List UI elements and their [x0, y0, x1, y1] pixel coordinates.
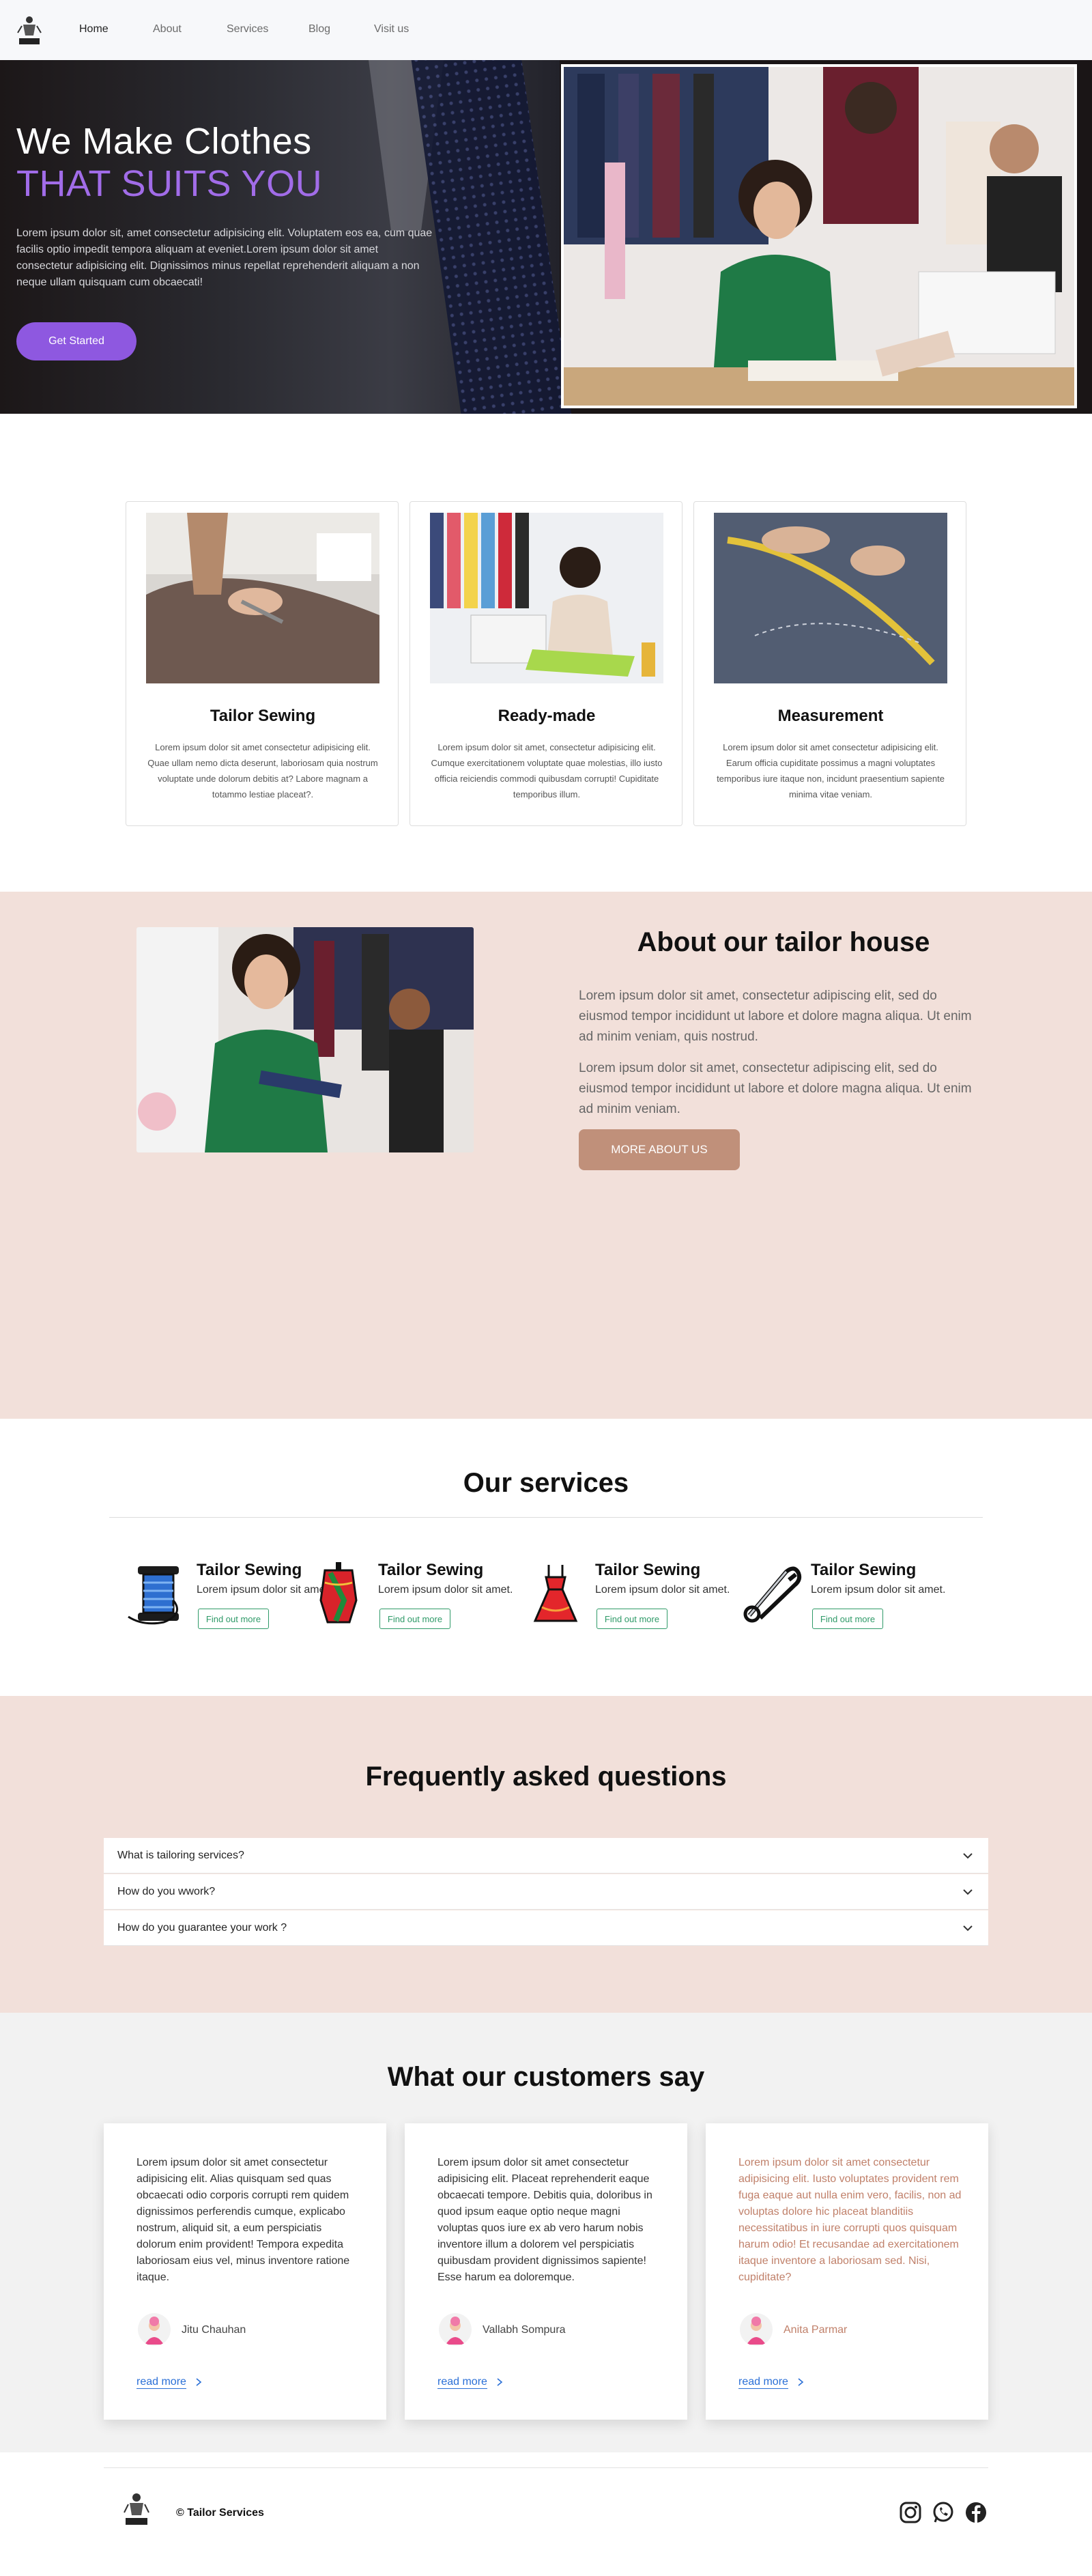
testimonial-card: Lorem ipsum dolor sit amet consectetur a… [104, 2123, 386, 2420]
read-more-link[interactable]: read more [437, 2376, 487, 2389]
services-divider [109, 1517, 983, 1518]
service-item: Tailor Sewing Lorem ipsum dolor sit amet… [521, 1557, 730, 1632]
faq-item[interactable]: How do you guarantee your work ? [104, 1910, 988, 1946]
read-more-link[interactable]: read more [136, 2376, 186, 2389]
avatar [740, 2313, 773, 2346]
card-measurement: Measurement Lorem ipsum dolor sit amet c… [693, 501, 966, 826]
brand-logo[interactable] [15, 12, 44, 48]
testimonial-name: Vallabh Sompura [483, 2324, 566, 2336]
faq-question: What is tailoring services? [117, 1849, 244, 1861]
card-tailor-sewing: Tailor Sewing Lorem ipsum dolor sit amet… [126, 501, 399, 826]
whatsapp-icon[interactable] [931, 2500, 956, 2525]
instagram-icon[interactable] [898, 2500, 923, 2525]
get-started-button[interactable]: Get Started [16, 322, 136, 360]
card-text: Lorem ipsum dolor sit amet consectetur a… [717, 742, 945, 799]
hero-image [561, 64, 1077, 408]
card-text: Lorem ipsum dolor sit amet, consectetur … [431, 742, 663, 799]
facebook-icon[interactable] [964, 2500, 988, 2525]
service-item: Tailor Sewing Lorem ipsum dolor sit amet… [737, 1557, 946, 1632]
about-title: About our tailor house [637, 927, 930, 957]
find-out-more-button[interactable]: Find out more [812, 1609, 883, 1629]
service-title: Tailor Sewing [197, 1561, 302, 1579]
testimonials-section: What our customers say Lorem ipsum dolor… [0, 2013, 1092, 2452]
about-paragraph-1: Lorem ipsum dolor sit amet, consectetur … [579, 989, 972, 1044]
faq-title: Frequently asked questions [365, 1761, 727, 1792]
faq-item[interactable]: What is tailoring services? [104, 1838, 988, 1873]
card-title: Tailor Sewing [210, 707, 316, 725]
chevron-down-icon[interactable] [961, 1885, 975, 1899]
page: Home About Services Blog Visit us We Mak… [0, 0, 1092, 2576]
avatar [138, 2313, 171, 2346]
card-title: Measurement [777, 707, 884, 725]
about-section: About our tailor house Lorem ipsum dolor… [0, 892, 1092, 1419]
testimonial-name: Jitu Chauhan [182, 2324, 246, 2336]
about-image [136, 927, 474, 1152]
find-out-more-button[interactable]: Find out more [379, 1609, 450, 1629]
card-title: Ready-made [498, 707, 596, 725]
card-image [146, 513, 379, 683]
chevron-right-icon[interactable] [796, 2377, 805, 2387]
testimonial-name: Anita Parmar [784, 2324, 848, 2336]
footer-logo[interactable] [121, 2489, 152, 2532]
chevron-down-icon[interactable] [961, 1921, 975, 1935]
faq-question: How do you wwork? [117, 1885, 216, 1897]
avatar [439, 2313, 472, 2346]
testimonial-text: Lorem ipsum dolor sit amet consectetur a… [738, 2157, 962, 2283]
testimonial-text: Lorem ipsum dolor sit amet consectetur a… [136, 2157, 350, 2283]
dress-icon [533, 1565, 578, 1622]
footer-copyright: © Tailor Services [176, 2507, 264, 2519]
chevron-right-icon[interactable] [495, 2377, 504, 2387]
hero-title-line2: THAT SUITS YOU [16, 163, 323, 204]
services-title: Our services [463, 1468, 629, 1498]
faq-question: How do you guarantee your work ? [117, 1921, 287, 1934]
hero-section: We Make Clothes THAT SUITS YOU Lorem ips… [0, 60, 1092, 414]
service-item: Tailor Sewing Lorem ipsum dolor sit amet… [304, 1557, 513, 1632]
nav-blog[interactable]: Blog [308, 23, 330, 36]
card-text: Lorem ipsum dolor sit amet consectetur a… [147, 742, 378, 799]
footer-divider [104, 2467, 988, 2468]
dress-form-icon [319, 1562, 358, 1624]
service-subtitle: Lorem ipsum dolor sit amet. [378, 1584, 513, 1596]
service-item: Tailor Sewing Lorem ipsum dolor sit amet… [123, 1557, 331, 1632]
hero-title-line1: We Make Clothes [16, 121, 312, 162]
nav-services[interactable]: Services [227, 23, 268, 36]
faq-section: Frequently asked questions What is tailo… [0, 1696, 1092, 2013]
safety-pin-icon [743, 1566, 802, 1623]
nav-home[interactable]: Home [79, 23, 109, 36]
find-out-more-button[interactable]: Find out more [597, 1609, 667, 1629]
service-title: Tailor Sewing [811, 1561, 917, 1579]
about-paragraph-2: Lorem ipsum dolor sit amet, consectetur … [579, 1061, 972, 1116]
card-image [430, 513, 663, 683]
card-image [714, 513, 947, 683]
more-about-us-button[interactable]: MORE ABOUT US [579, 1129, 740, 1170]
chevron-right-icon[interactable] [194, 2377, 203, 2387]
testimonials-title: What our customers say [387, 2062, 705, 2092]
thread-spool-icon [128, 1566, 179, 1625]
service-title: Tailor Sewing [595, 1561, 701, 1579]
nav-visit-us[interactable]: Visit us [374, 23, 409, 36]
service-subtitle: Lorem ipsum dolor sit amet. [811, 1584, 946, 1596]
nav-about[interactable]: About [153, 23, 182, 36]
faq-item[interactable]: How do you wwork? [104, 1874, 988, 1910]
find-out-more-button[interactable]: Find out more [198, 1609, 269, 1629]
testimonial-card: Lorem ipsum dolor sit amet consectetur a… [405, 2123, 687, 2420]
top-navbar: Home About Services Blog Visit us [0, 0, 1092, 60]
card-ready-made: Ready-made Lorem ipsum dolor sit amet, c… [410, 501, 682, 826]
testimonial-card: Lorem ipsum dolor sit amet consectetur a… [706, 2123, 988, 2420]
service-subtitle: Lorem ipsum dolor sit amet. [595, 1584, 730, 1596]
read-more-link[interactable]: read more [738, 2376, 788, 2389]
testimonial-text: Lorem ipsum dolor sit amet consectetur a… [437, 2157, 652, 2283]
hero-description: Lorem ipsum dolor sit, amet consectetur … [16, 227, 433, 288]
service-title: Tailor Sewing [378, 1561, 484, 1579]
chevron-down-icon[interactable] [961, 1849, 975, 1863]
